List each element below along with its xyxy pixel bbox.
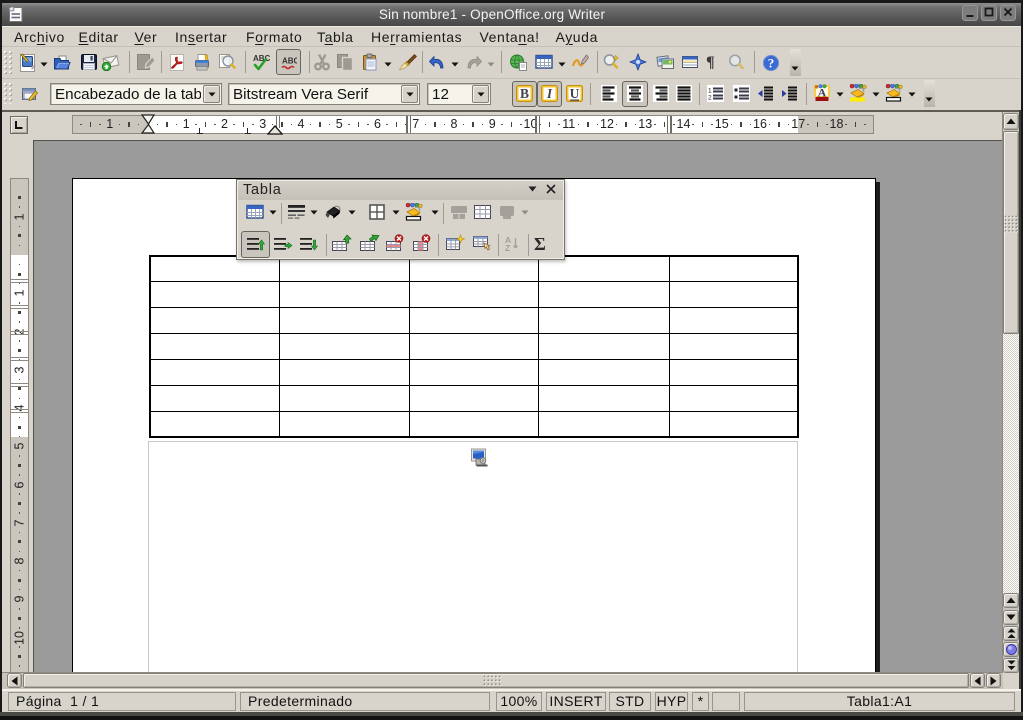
- svg-text:Z: Z: [505, 243, 510, 253]
- svg-text:Σ: Σ: [534, 234, 546, 254]
- svg-text:ABC: ABC: [253, 54, 271, 63]
- svg-text:1: 1: [708, 88, 712, 95]
- svg-text:¶: ¶: [706, 54, 715, 71]
- svg-text:?: ?: [768, 56, 775, 71]
- svg-text:U: U: [570, 86, 580, 101]
- svg-text:2: 2: [708, 95, 712, 102]
- svg-text:ABC: ABC: [282, 57, 297, 66]
- svg-text:B: B: [520, 86, 529, 101]
- svg-text:I: I: [546, 86, 553, 101]
